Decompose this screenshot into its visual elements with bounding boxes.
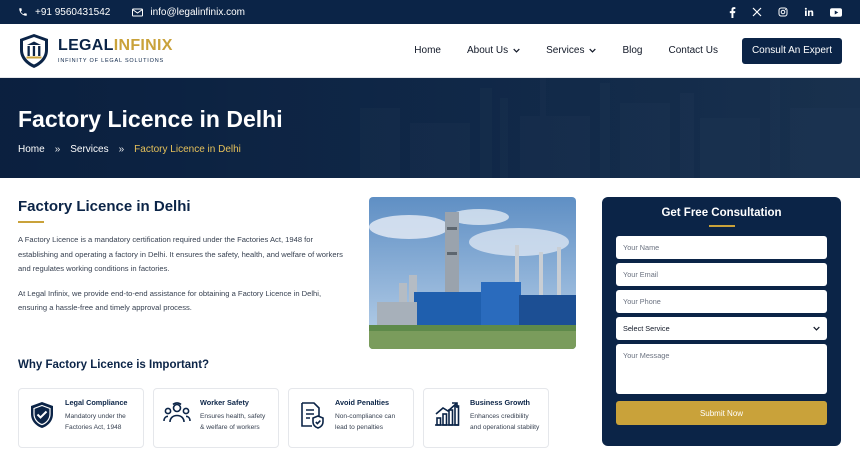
breadcrumb-separator: » xyxy=(54,144,61,155)
brand-name-part1: LEGAL xyxy=(58,37,114,54)
breadcrumb-home[interactable]: Home xyxy=(18,144,45,155)
message-field[interactable]: Your Message xyxy=(616,344,827,394)
card-title: Business Growth xyxy=(470,398,531,407)
brand-name: LEGALINFINIX xyxy=(58,37,173,55)
intro-paragraph-2: At Legal Infinix, we provide end-to-end … xyxy=(18,288,322,313)
name-field[interactable]: Your Name xyxy=(616,236,827,259)
card-description: Mandatory under the Factories Act, 1948 xyxy=(65,413,126,431)
facebook-icon[interactable] xyxy=(729,6,736,18)
benefit-card-legal-compliance: Legal Compliance Mandatory under the Fac… xyxy=(18,388,144,448)
breadcrumb-current: Factory Licence in Delhi xyxy=(134,144,241,155)
social-links xyxy=(729,6,842,18)
email-contact[interactable]: info@legalinfinix.com xyxy=(132,7,245,18)
card-title: Legal Compliance xyxy=(65,398,128,407)
page-hero-banner: Factory Licence in Delhi Home » Services… xyxy=(0,78,860,178)
youtube-icon[interactable] xyxy=(830,7,842,17)
page-title: Factory Licence in Delhi xyxy=(18,106,283,132)
service-select-value: Select Service xyxy=(623,324,670,333)
consult-expert-button[interactable]: Consult An Expert xyxy=(741,37,842,64)
breadcrumb-services[interactable]: Services xyxy=(70,144,108,155)
mail-icon xyxy=(132,8,144,16)
nav-contact[interactable]: Contact Us xyxy=(668,45,717,56)
brand-name-part2: INFINIX xyxy=(113,37,173,54)
email-field[interactable]: Your Email xyxy=(616,263,827,286)
instagram-icon[interactable] xyxy=(778,7,788,17)
consultation-form: Get Free Consultation Your Name Your Ema… xyxy=(602,197,841,446)
main-nav: Home About Us Services Blog Contact Us C… xyxy=(388,37,842,64)
growth-chart-icon xyxy=(435,402,460,426)
chevron-down-icon xyxy=(513,48,520,53)
intro-heading: Factory Licence in Delhi xyxy=(18,198,191,215)
heading-underline xyxy=(18,221,44,223)
site-header: LEGALINFINIX INFINITY OF LEGAL SOLUTIONS… xyxy=(0,24,860,78)
document-shield-icon xyxy=(301,402,324,429)
card-title: Worker Safety xyxy=(200,398,249,407)
benefit-card-worker-safety: Worker Safety Ensures health, safety & w… xyxy=(153,388,279,448)
card-description: Non-compliance can lead to penalties xyxy=(335,413,396,431)
submit-button[interactable]: Submit Now xyxy=(616,401,827,425)
card-title: Avoid Penalties xyxy=(335,398,390,407)
email-address: info@legalinfinix.com xyxy=(150,6,245,18)
phone-field[interactable]: Your Phone xyxy=(616,290,827,313)
why-heading: Why Factory Licence is Important? xyxy=(18,359,210,371)
nav-home[interactable]: Home xyxy=(414,45,441,56)
nav-about[interactable]: About Us xyxy=(467,45,520,56)
intro-paragraph-1: A Factory Licence is a mandatory certifi… xyxy=(18,235,343,274)
form-title: Get Free Consultation xyxy=(661,207,782,219)
chevron-down-icon xyxy=(589,48,597,53)
linkedin-icon[interactable] xyxy=(804,7,814,17)
brand-tagline: INFINITY OF LEGAL SOLUTIONS xyxy=(58,58,164,64)
form-title-underline xyxy=(708,225,735,227)
card-description: Enhances credibility and operational sta… xyxy=(470,413,540,431)
chevron-down-icon xyxy=(813,326,820,331)
x-icon[interactable] xyxy=(752,7,762,17)
phone-icon xyxy=(19,8,27,16)
phone-number: +91 9560431542 xyxy=(35,6,111,18)
nav-about-label: About Us xyxy=(466,45,509,56)
brand-logo[interactable]: LEGALINFINIX INFINITY OF LEGAL SOLUTIONS xyxy=(18,33,173,69)
workers-icon xyxy=(163,402,191,423)
factory-photo xyxy=(369,197,576,349)
service-select[interactable]: Select Service xyxy=(616,317,827,340)
card-description: Ensures health, safety & welfare of work… xyxy=(200,413,266,431)
shield-check-icon xyxy=(31,402,53,428)
nav-services[interactable]: Services xyxy=(546,45,597,56)
top-bar: +91 9560431542 info@legalinfinix.com xyxy=(0,0,860,24)
intro-section: Factory Licence in Delhi A Factory Licen… xyxy=(18,198,348,316)
benefit-card-avoid-penalties: Avoid Penalties Non-compliance can lead … xyxy=(288,388,414,448)
nav-blog[interactable]: Blog xyxy=(622,45,642,56)
nav-services-label: Services xyxy=(546,45,585,56)
phone-contact[interactable]: +91 9560431542 xyxy=(18,7,110,18)
benefit-card-business-growth: Business Growth Enhances credibility and… xyxy=(423,388,549,448)
breadcrumb: Home » Services » Factory Licence in Del… xyxy=(18,144,241,155)
pillar-shield-logo-icon xyxy=(20,33,48,68)
main-content: Factory Licence in Delhi A Factory Licen… xyxy=(0,178,860,459)
benefit-cards: Legal Compliance Mandatory under the Fac… xyxy=(18,388,549,448)
breadcrumb-separator: » xyxy=(118,144,125,155)
